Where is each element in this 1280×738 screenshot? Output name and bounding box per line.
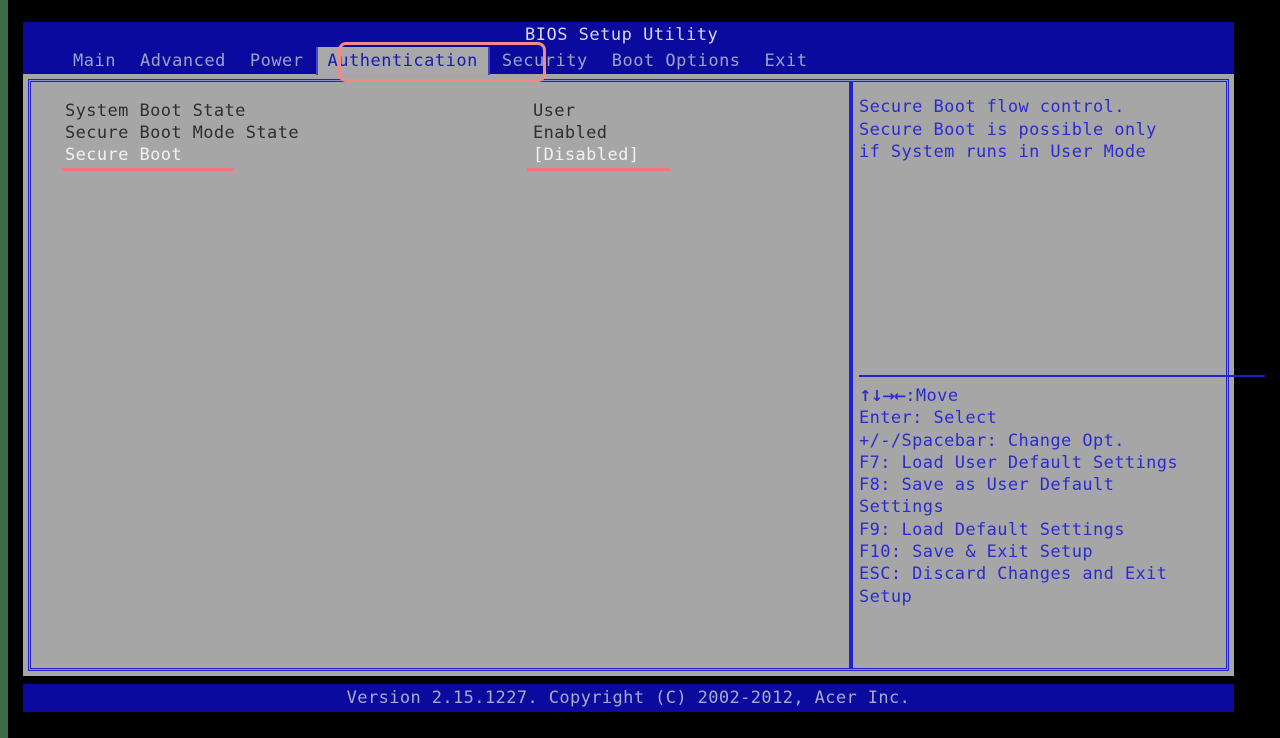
menu-item-exit[interactable]: Exit [753, 47, 820, 75]
setting-row-secure-boot[interactable]: Secure Boot [Disabled] [62, 144, 825, 171]
help-keys-separator [859, 375, 1265, 377]
key-legend-esc-continued: Setup [859, 586, 913, 607]
setting-value: User [533, 101, 576, 121]
page-title: BIOS Setup Utility [525, 25, 719, 45]
key-legend-move: ↑↓→←:Move [859, 385, 1254, 407]
bios-screen: BIOS Setup Utility Main Advanced Power A… [0, 0, 1280, 738]
settings-list: System Boot State User Secure Boot Mode … [62, 100, 825, 171]
annotation-underline-secure-boot-value [527, 168, 670, 171]
setting-row-system-boot-state[interactable]: System Boot State User [65, 100, 825, 122]
content-panel-border: System Boot State User Secure Boot Mode … [28, 79, 1265, 671]
key-legend-f10: F10: Save & Exit Setup [859, 542, 1093, 563]
menu-item-advanced[interactable]: Advanced [128, 47, 238, 75]
menu-item-authentication[interactable]: Authentication [315, 46, 490, 75]
screen-left-edge [0, 0, 8, 738]
menu-bar: Main Advanced Power Authentication Secur… [23, 46, 1234, 75]
arrow-keys-icon: ↑↓→← [859, 387, 906, 405]
content-panel: System Boot State User Secure Boot Mode … [23, 74, 1265, 676]
menu-item-boot-options[interactable]: Boot Options [600, 47, 753, 75]
key-legend-enter: Enter: Select [859, 408, 998, 429]
footer-bar: Version 2.15.1227. Copyright (C) 2002-20… [23, 684, 1234, 712]
version-copyright-text: Version 2.15.1227. Copyright (C) 2002-20… [346, 688, 911, 708]
key-legend-f9: F9: Load Default Settings [859, 519, 1125, 540]
setting-value: Enabled [533, 123, 608, 143]
key-legend-f8: F8: Save as User Default [859, 475, 1115, 496]
menu-item-security[interactable]: Security [490, 47, 600, 75]
key-legend-label: :Move [905, 386, 959, 406]
setting-value-secure-boot[interactable]: [Disabled] [533, 144, 639, 166]
setting-label: Secure Boot [65, 145, 182, 165]
setting-row-secure-boot-mode-state[interactable]: Secure Boot Mode State Enabled [65, 122, 825, 144]
help-line: Secure Boot flow control. [859, 97, 1125, 117]
annotation-underline-secure-boot-label [62, 168, 234, 171]
key-legend: ↑↓→←:Move Enter: Select +/-/Spacebar: Ch… [859, 385, 1254, 608]
help-pane: Secure Boot flow control. Secure Boot is… [859, 96, 1225, 164]
setting-label: Secure Boot Mode State [65, 123, 299, 143]
help-line: if System runs in User Mode [859, 142, 1147, 162]
menu-item-power[interactable]: Power [238, 47, 316, 75]
pane-divider [849, 82, 853, 668]
key-legend-f8-continued: Settings [859, 497, 945, 518]
setting-label: System Boot State [65, 101, 246, 121]
menu-item-main[interactable]: Main [61, 47, 128, 75]
help-line: Secure Boot is possible only [859, 119, 1157, 140]
key-legend-esc: ESC: Discard Changes and Exit [859, 564, 1168, 585]
key-legend-f7: F7: Load User Default Settings [859, 452, 1179, 473]
key-legend-change-opt: +/-/Spacebar: Change Opt. [859, 430, 1125, 451]
